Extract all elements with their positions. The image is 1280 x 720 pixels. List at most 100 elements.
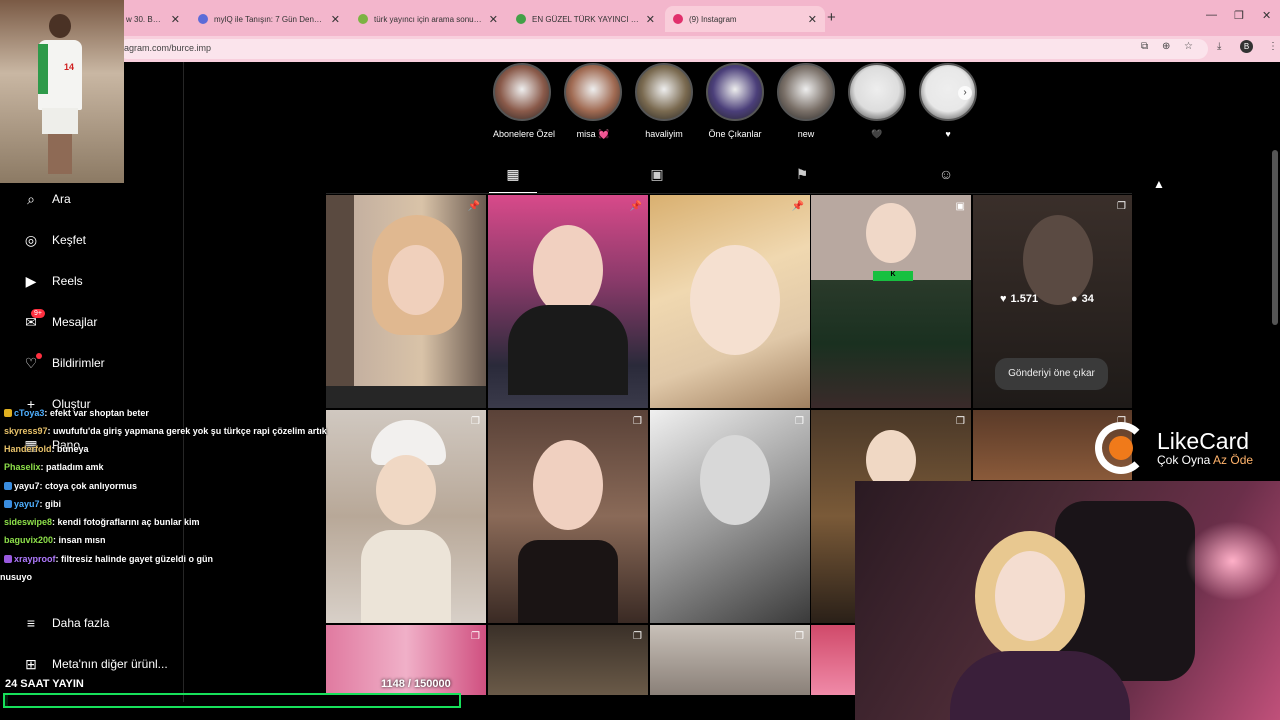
highlight-label: havaliyim: [645, 129, 683, 139]
highlight-cover: [848, 63, 906, 121]
sidebar-item-label: Keşfet: [52, 233, 87, 247]
download-icon[interactable]: ⤓: [1217, 41, 1221, 52]
highlight-label: ♥: [945, 129, 951, 139]
browser-tab[interactable]: EN GÜZEL TÜRK YAYINCI KADIN ✕: [508, 6, 663, 32]
close-tab-icon[interactable]: ✕: [171, 13, 180, 26]
highlight-item[interactable]: 🖤: [848, 63, 906, 140]
chat-badge-icon: [4, 555, 12, 563]
install-app-icon[interactable]: ⧉: [1141, 41, 1148, 52]
stream-chat: cToya3: efekt var shoptan beter skyress97…: [0, 404, 400, 584]
highlight-cover: [493, 63, 551, 121]
goal-progress-bar: [3, 693, 461, 708]
chat-message: Phaselix: patladım amk: [4, 462, 104, 472]
chat-text: : patladım amk: [40, 462, 104, 472]
chat-text: : ctoya çok anlıyormus: [39, 481, 138, 491]
highlight-label: Öne Çıkanlar: [708, 129, 762, 139]
bookmark-star-icon[interactable]: ☆: [1184, 41, 1193, 52]
kebab-menu-icon[interactable]: ⋮: [1268, 41, 1278, 52]
profile-avatar[interactable]: B: [1240, 40, 1253, 53]
pin-icon: 📌: [467, 201, 480, 212]
tab-saved-icon[interactable]: ⚑: [792, 166, 812, 188]
carousel-icon: ❐: [1117, 201, 1126, 212]
sidebar-item-1[interactable]: ◎ Keşfet: [22, 231, 86, 249]
browser-tab[interactable]: w 30. Bölüm ✕: [118, 6, 188, 32]
tab-reels-icon[interactable]: ▣: [647, 166, 667, 188]
chat-message: yayu7: gibi: [4, 499, 61, 509]
slogan-part-1: Çok Oyna: [1157, 453, 1214, 467]
tab-label: (9) Instagram: [689, 14, 737, 24]
sidebar-item-7[interactable]: ≡ Daha fazla: [22, 614, 109, 632]
highlights-next-icon[interactable]: ›: [958, 86, 972, 100]
post-thumbnail[interactable]: K ▣: [811, 195, 971, 408]
chat-message: Handerfold: buneya: [4, 444, 89, 454]
close-tab-icon[interactable]: ✕: [808, 13, 817, 26]
close-tab-icon[interactable]: ✕: [489, 13, 498, 26]
chat-username: skyress97: [4, 426, 48, 436]
highlight-item[interactable]: misa 💓: [564, 63, 622, 140]
webcam-person-body: [950, 651, 1130, 720]
comments-count: ● 34: [1071, 293, 1094, 305]
tab-favicon-icon: [358, 14, 368, 24]
post-thumbnail[interactable]: 📌: [650, 195, 810, 408]
post-thumbnail[interactable]: ❐: [650, 625, 810, 695]
webcam-overlay-top: 14: [0, 0, 124, 183]
carousel-icon: ❐: [795, 631, 804, 642]
sidebar-item-2[interactable]: ▶ Reels: [22, 272, 83, 290]
tab-posts-icon[interactable]: ▦: [503, 166, 523, 188]
post-thumbnail[interactable]: ❐: [488, 410, 648, 623]
chat-message: nusuyo: [0, 572, 32, 582]
close-window-button[interactable]: ✕: [1262, 9, 1271, 22]
page-scrollbar[interactable]: [1272, 150, 1278, 325]
browser-tab[interactable]: türk yayıncı için arama sonuçları ✕: [350, 6, 506, 32]
sponsor-name: LikeCard: [1157, 428, 1250, 454]
jersey-stripe: [38, 44, 48, 94]
pin-post-button[interactable]: Gönderiyi öne çıkar: [995, 358, 1108, 390]
highlight-item[interactable]: Öne Çıkanlar: [706, 63, 764, 139]
minimize-button[interactable]: —: [1206, 9, 1217, 21]
url-field[interactable]: agram.com/burce.imp: [118, 39, 1208, 59]
post-face: [1023, 215, 1093, 305]
post-thumbnail[interactable]: [811, 625, 855, 695]
search-icon: ⌕: [27, 191, 35, 207]
tabs-divider: [326, 193, 1132, 194]
post-thumbnail[interactable]: 📌: [326, 195, 486, 408]
chat-message: cToya3: efekt var shoptan beter: [4, 408, 149, 418]
chat-badge-icon: [4, 482, 12, 490]
carousel-icon: ❐: [633, 416, 642, 427]
highlight-item[interactable]: Abonelere Özel: [493, 63, 556, 139]
likes-value: 1.571: [1010, 293, 1039, 305]
post-thumbnail[interactable]: 📌: [488, 195, 648, 408]
chat-username: baguvix200: [4, 535, 54, 545]
sidebar-item-label: Meta'nın diğer ürünl...: [52, 657, 168, 671]
post-thumbnail[interactable]: ❐: [488, 625, 648, 695]
menu-icon: ≡: [26, 615, 36, 631]
tab-tagged-icon[interactable]: ☺: [936, 166, 956, 188]
highlight-item[interactable]: havaliyim: [635, 63, 693, 139]
maximize-button[interactable]: ❐: [1234, 9, 1244, 22]
sidebar-item-8[interactable]: ⊞ Meta'nın diğer ürünl...: [22, 655, 168, 673]
carousel-icon: ❐: [471, 416, 480, 427]
tab-favicon-icon: [198, 14, 208, 24]
highlight-item[interactable]: new: [777, 63, 835, 139]
browser-tab[interactable]: mylQ ile Tanışın: 7 Gün Deneyin ✕: [190, 6, 348, 32]
post-thumbnail[interactable]: ❐: [650, 410, 810, 623]
webcam-overlay-bottom: [855, 481, 1280, 720]
reel-icon: ▣: [955, 201, 965, 212]
sidebar-item-4[interactable]: ♡ Bildirimler: [22, 354, 105, 372]
carousel-icon: ❐: [471, 631, 480, 642]
post-face: [866, 203, 916, 263]
highlight-item[interactable]: ♥: [919, 63, 977, 139]
address-bar: agram.com/burce.imp: [0, 36, 1280, 62]
sidebar-item-label: Bildirimler: [52, 356, 105, 370]
highlight-label: Abonelere Özel: [493, 129, 556, 139]
close-tab-icon[interactable]: ✕: [646, 13, 655, 26]
new-tab-button[interactable]: +: [827, 9, 836, 26]
zoom-icon[interactable]: ⊕: [1162, 41, 1170, 52]
sidebar-item-label: Daha fazla: [52, 616, 110, 630]
close-tab-icon[interactable]: ✕: [331, 13, 340, 26]
browser-tab[interactable]: (9) Instagram ✕: [665, 6, 825, 32]
post-face: [533, 440, 603, 530]
post-face: [690, 245, 780, 355]
sidebar-item-0[interactable]: ⌕ Ara: [22, 190, 71, 208]
stream-status-label: 24 SAAT YAYIN: [5, 678, 84, 690]
